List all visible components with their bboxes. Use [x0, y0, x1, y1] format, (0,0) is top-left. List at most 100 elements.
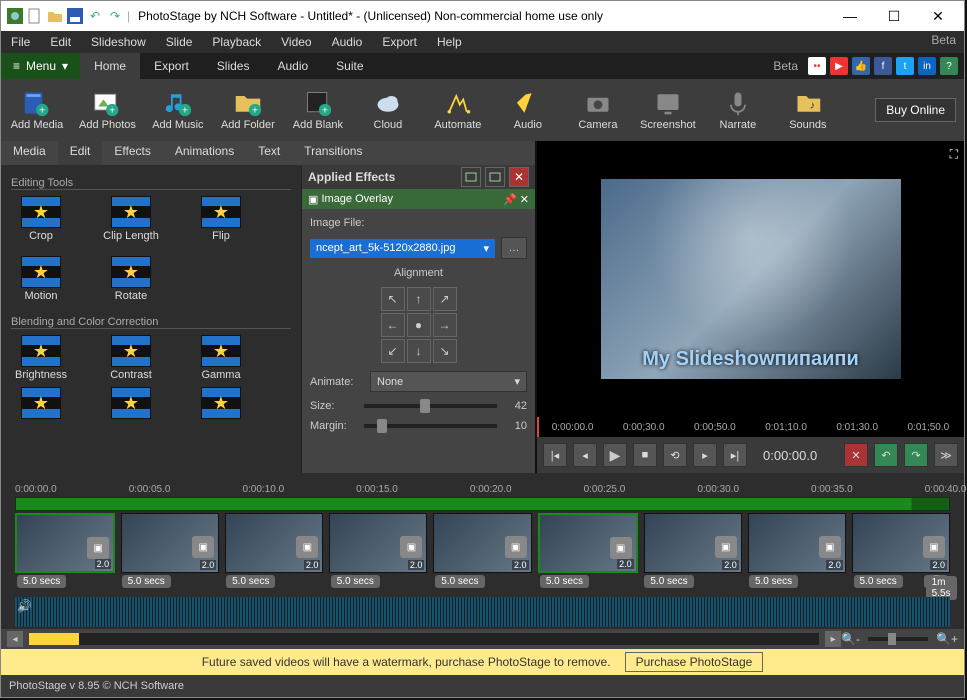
undo-preview-button[interactable]: ↶	[874, 443, 898, 467]
tool-flip[interactable]: Flip	[191, 196, 251, 242]
add-folder-button[interactable]: +Add Folder	[220, 89, 276, 131]
save-icon[interactable]	[67, 8, 83, 24]
effect-item-header[interactable]: ▣ Image Overlay📌 ✕	[302, 189, 535, 209]
maximize-button[interactable]: ☐	[874, 1, 914, 31]
purchase-button[interactable]: Purchase PhotoStage	[625, 652, 764, 672]
goto-end-button[interactable]: ▸|	[723, 443, 747, 467]
menu-button[interactable]: ≡ Menu ▾	[1, 53, 80, 79]
menu-slide[interactable]: Slide	[156, 31, 203, 53]
scroll-track[interactable]	[29, 633, 819, 645]
clip-duration[interactable]: 5.0 secs	[433, 575, 532, 593]
subtab-edit[interactable]: Edit	[58, 141, 103, 165]
add-blank-button[interactable]: +Add Blank	[290, 89, 346, 131]
clip-duration[interactable]: 5.0 secs	[747, 575, 846, 593]
tab-audio[interactable]: Audio	[263, 53, 322, 79]
timeline-clip[interactable]: ▣2.0	[121, 513, 219, 573]
tool-crop[interactable]: Crop	[11, 196, 71, 242]
align-c[interactable]: ●	[407, 313, 431, 337]
align-b[interactable]: ↓	[407, 339, 431, 363]
next-frame-button[interactable]: ▸	[693, 443, 717, 467]
open-icon[interactable]	[47, 8, 63, 24]
zoom-slider[interactable]	[868, 637, 928, 641]
undo-icon[interactable]: ↶	[87, 8, 103, 24]
timeline-clip[interactable]: ▣2.0	[748, 513, 846, 573]
menu-playback[interactable]: Playback	[202, 31, 271, 53]
play-button[interactable]: ▶	[603, 443, 627, 467]
tab-suite[interactable]: Suite	[322, 53, 377, 79]
clip-duration[interactable]: 5.0 secs	[15, 575, 114, 593]
pin-icon[interactable]: 📌	[503, 193, 517, 206]
tab-slides[interactable]: Slides	[203, 53, 264, 79]
timeline-clip[interactable]: ▣2.0	[225, 513, 323, 573]
panel-btn-1[interactable]	[461, 167, 481, 187]
sounds-button[interactable]: ♪Sounds	[780, 89, 836, 131]
automate-button[interactable]: Automate	[430, 89, 486, 131]
fullscreen-icon[interactable]: ⛶	[950, 147, 958, 162]
tool-motion[interactable]: Motion	[11, 256, 71, 302]
preview-ruler[interactable]: 0:00:00.0 0:00;30.0 0:00;50.0 0:01;10.0 …	[537, 417, 964, 437]
camera-button[interactable]: Camera	[570, 89, 626, 131]
facebook-icon[interactable]: f	[874, 57, 892, 75]
add-photos-button[interactable]: +Add Photos	[79, 89, 136, 131]
new-icon[interactable]	[27, 8, 43, 24]
youtube-icon[interactable]: ▶	[830, 57, 848, 75]
align-l[interactable]: ←	[381, 313, 405, 337]
redo-preview-button[interactable]: ↷	[904, 443, 928, 467]
linkedin-icon[interactable]: in	[918, 57, 936, 75]
menu-help[interactable]: Help	[427, 31, 472, 53]
menu-slideshow[interactable]: Slideshow	[81, 31, 156, 53]
scroll-left-button[interactable]: ◂	[7, 631, 23, 647]
timeline-clip[interactable]: ▣2.0	[852, 513, 950, 573]
flickr-icon[interactable]: ••	[808, 57, 826, 75]
align-r[interactable]: →	[433, 313, 457, 337]
subtab-transitions[interactable]: Transitions	[292, 141, 374, 165]
redo-icon[interactable]: ↷	[107, 8, 123, 24]
timeline-clip[interactable]: ▣2.0	[329, 513, 427, 573]
effect-close-icon[interactable]: ✕	[520, 193, 529, 206]
audio-track[interactable]: 🔊	[15, 597, 950, 627]
tool-extra-1[interactable]	[11, 387, 71, 419]
timeline-clip[interactable]: ▣2.0	[433, 513, 531, 573]
add-media-button[interactable]: +Add Media	[9, 89, 65, 131]
clip-duration[interactable]: 5.0 secs	[642, 575, 741, 593]
subtab-media[interactable]: Media	[1, 141, 58, 165]
clip-duration[interactable]: 5.0 secs🔊 1m 5.5s	[852, 575, 951, 593]
panel-close[interactable]: ✕	[509, 167, 529, 187]
zoom-in-icon[interactable]: 🔍+	[936, 632, 958, 646]
align-t[interactable]: ↑	[407, 287, 431, 311]
menu-export[interactable]: Export	[372, 31, 427, 53]
image-file-combo[interactable]: ncept_art_5k-5120x2880.jpg▾	[310, 239, 495, 258]
subtab-effects[interactable]: Effects	[102, 141, 162, 165]
tool-extra-2[interactable]	[101, 387, 161, 419]
panel-btn-2[interactable]	[485, 167, 505, 187]
menu-audio[interactable]: Audio	[322, 31, 373, 53]
tool-contrast[interactable]: Contrast	[101, 335, 161, 381]
timeline-clip[interactable]: ▣2.0	[538, 513, 638, 573]
speaker-icon[interactable]: 🔊	[17, 599, 32, 613]
menu-edit[interactable]: Edit	[40, 31, 81, 53]
timeline-clip[interactable]: ▣2.0	[644, 513, 742, 573]
zoom-out-icon[interactable]: 🔍-	[841, 632, 860, 646]
timeline-ruler[interactable]: 0:00:00.0 0:00:05.0 0:00:10.0 0:00:15.0 …	[1, 477, 964, 495]
thumbs-up-icon[interactable]: 👍	[852, 57, 870, 75]
more-button[interactable]: ≫	[934, 443, 958, 467]
align-bl[interactable]: ↙	[381, 339, 405, 363]
loop-button[interactable]: ⟲	[663, 443, 687, 467]
align-br[interactable]: ↘	[433, 339, 457, 363]
twitter-icon[interactable]: t	[896, 57, 914, 75]
tool-brightness[interactable]: Brightness	[11, 335, 71, 381]
menu-video[interactable]: Video	[271, 31, 321, 53]
animate-combo[interactable]: None▾	[370, 371, 527, 392]
buy-online-button[interactable]: Buy Online	[875, 98, 956, 122]
menu-file[interactable]: File	[1, 31, 40, 53]
clip-duration[interactable]: 5.0 secs	[224, 575, 323, 593]
prev-frame-button[interactable]: ◂	[573, 443, 597, 467]
close-button[interactable]: ✕	[918, 1, 958, 31]
tab-export[interactable]: Export	[140, 53, 203, 79]
clip-duration[interactable]: 5.0 secs	[538, 575, 637, 593]
tool-extra-3[interactable]	[191, 387, 251, 419]
align-tr[interactable]: ↗	[433, 287, 457, 311]
tool-rotate[interactable]: Rotate	[101, 256, 161, 302]
screenshot-button[interactable]: Screenshot	[640, 89, 696, 131]
subtab-animations[interactable]: Animations	[163, 141, 246, 165]
